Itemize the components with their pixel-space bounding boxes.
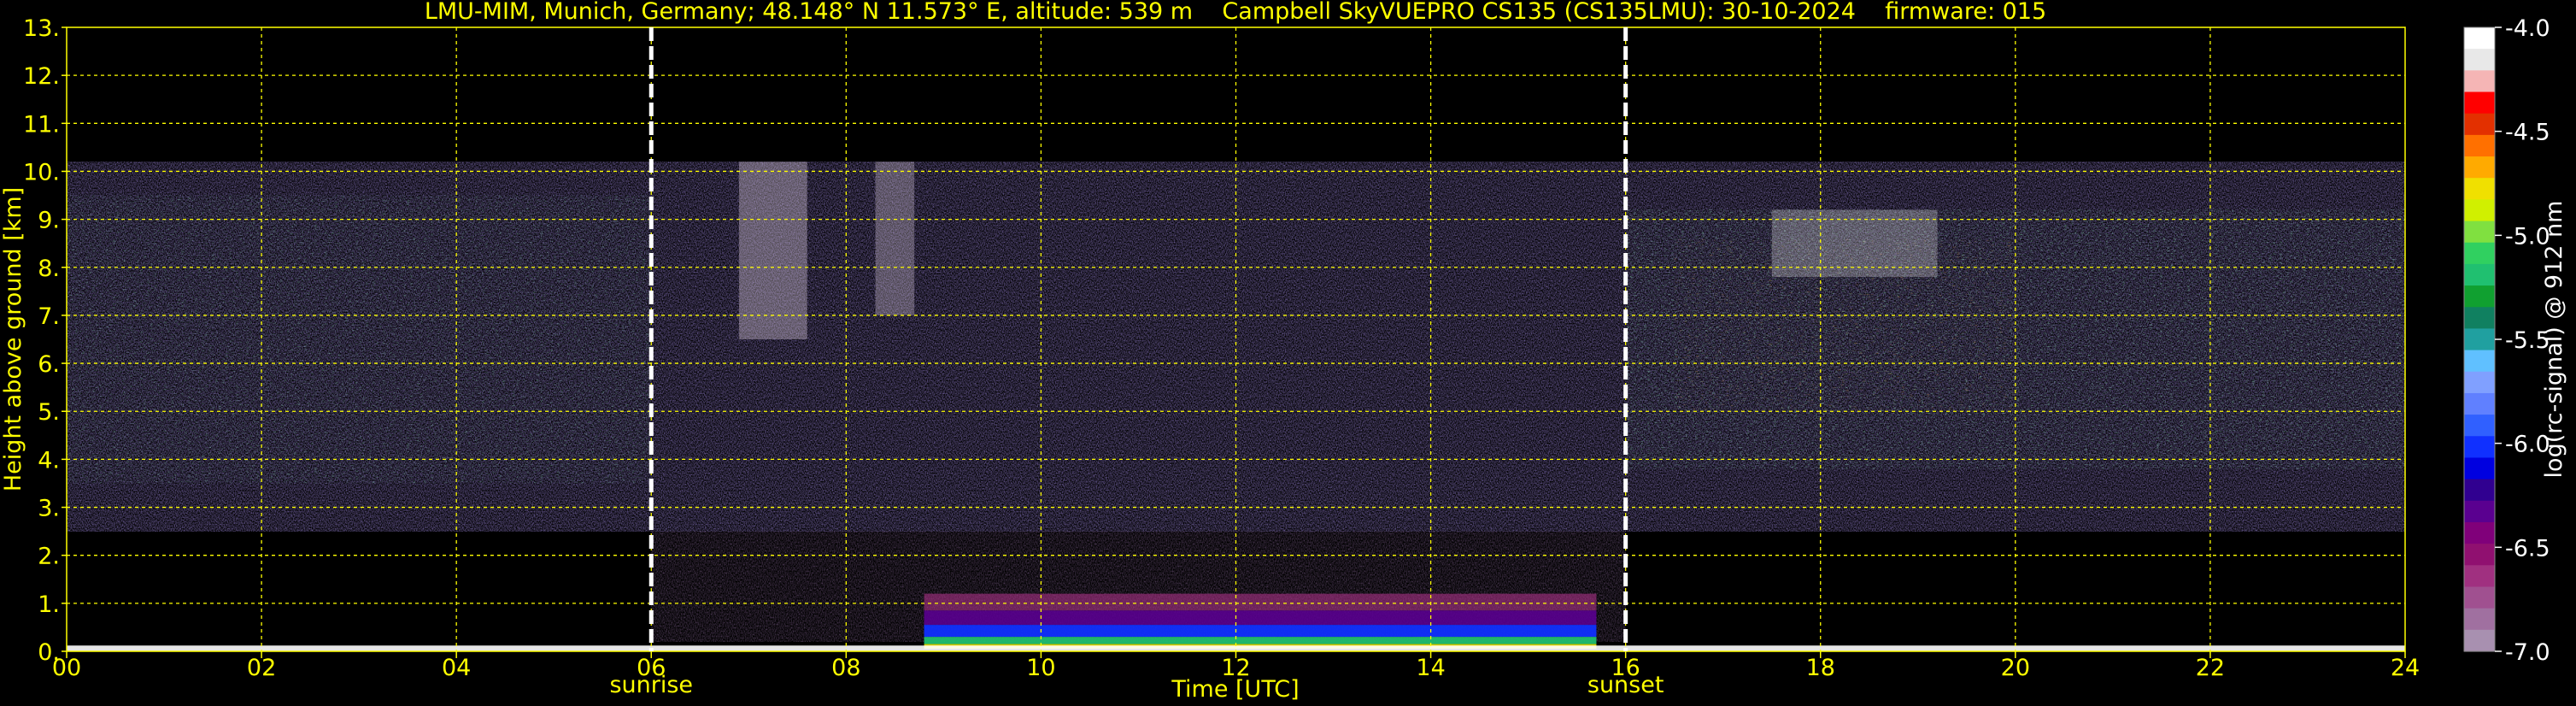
boundary-layer-band	[924, 637, 1597, 644]
backscatter-bright-column-1	[738, 162, 807, 339]
ceilometer-chart: sunrise sunset 00 02 04 06 08 10 12 14 16 18 20 22 24…	[0, 0, 2567, 703]
colorbar-tick-label: -7.0	[2505, 639, 2550, 666]
x-axis-label: Time [UTC]	[1171, 676, 1299, 703]
colorbar-swatch	[2464, 565, 2495, 588]
y-tick-label: 10.	[23, 159, 60, 185]
x-tick-label: 16	[1611, 655, 1640, 681]
y-tick-label: 1.	[38, 591, 60, 618]
backscatter-bright-column-2	[875, 162, 915, 315]
x-tick-label: 14	[1416, 655, 1445, 681]
colorbar-tick-label: -4.5	[2505, 120, 2550, 146]
x-tick-label: 08	[831, 655, 860, 681]
colorbar-swatch	[2464, 415, 2495, 437]
y-tick-label: 6.	[38, 351, 60, 378]
colorbar-swatch	[2464, 242, 2495, 265]
y-tick-label: 8.	[38, 256, 60, 282]
y-tick-label: 2.	[38, 544, 60, 570]
y-tick-label: 3.	[38, 496, 60, 522]
colorbar-tick-label: -6.5	[2505, 535, 2550, 562]
colorbar-swatch	[2464, 199, 2495, 222]
chart-title: LMU-MIM, Munich, Germany; 48.148° N 11.5…	[425, 0, 2046, 25]
y-tick-labels: 0. 1. 2. 3. 4. 5. 6. 7. 8. 9. 10. 11. 12. 13.	[23, 15, 67, 666]
colorbar-swatch	[2464, 500, 2495, 523]
colorbar-swatch	[2464, 178, 2495, 200]
y-tick-label: 0.	[38, 639, 60, 666]
y-tick-label: 7.	[38, 303, 60, 330]
colorbar-swatch	[2464, 436, 2495, 459]
y-tick-label: 5.	[38, 399, 60, 426]
colorbar-swatch	[2464, 629, 2495, 652]
colorbar-swatch	[2464, 392, 2495, 415]
x-tick-label: 18	[1806, 655, 1835, 681]
x-tick-label: 04	[442, 655, 471, 681]
boundary-layer-band	[924, 625, 1597, 638]
x-tick-label: 10	[1026, 655, 1055, 681]
colorbar-swatch	[2464, 479, 2495, 502]
x-tick-label: 24	[2391, 655, 2420, 681]
colorbar-swatch	[2464, 328, 2495, 351]
x-tick-label: 22	[2196, 655, 2225, 681]
colorbar-swatch	[2464, 307, 2495, 330]
colorbar-label: log(rc-signal) @ 912 nm	[2541, 201, 2567, 479]
colorbar-swatch	[2464, 156, 2495, 179]
colorbar-swatch	[2464, 27, 2495, 50]
x-tick-label: 02	[247, 655, 276, 681]
colorbar-swatch	[2464, 521, 2495, 544]
colorbar-swatch	[2464, 91, 2495, 115]
y-tick-label: 11.	[23, 111, 60, 138]
colorbar-swatch	[2464, 608, 2495, 631]
y-axis-label: Height above ground [km]	[0, 187, 26, 491]
boundary-layer-band	[924, 610, 1597, 626]
colorbar-swatch	[2464, 544, 2495, 566]
colorbar-swatch	[2464, 113, 2495, 136]
colorbar: -4.0-4.5-5.0-5.5-6.0-6.5-7.0	[2463, 15, 2550, 666]
colorbar-swatch	[2464, 70, 2495, 93]
colorbar-swatch	[2464, 221, 2495, 244]
colorbar-swatch	[2464, 49, 2495, 71]
y-tick-label: 12.	[23, 63, 60, 90]
colorbar-swatch	[2464, 263, 2495, 286]
y-tick-label: 9.	[38, 208, 60, 234]
x-tick-label: 06	[637, 655, 666, 681]
colorbar-tick-label: -4.0	[2505, 15, 2550, 42]
colorbar-swatch	[2464, 134, 2495, 157]
colorbar-swatch	[2464, 457, 2495, 480]
colorbar-swatch	[2464, 285, 2495, 308]
y-tick-label: 4.	[38, 447, 60, 474]
colorbar-swatch	[2464, 586, 2495, 609]
colorbar-swatch	[2464, 371, 2495, 394]
backscatter-structure-morning	[67, 195, 652, 484]
x-tick-label: 20	[2001, 655, 2030, 681]
boundary-layer-band	[924, 593, 1597, 611]
y-tick-label: 13.	[23, 15, 60, 42]
colorbar-swatch	[2464, 350, 2495, 373]
